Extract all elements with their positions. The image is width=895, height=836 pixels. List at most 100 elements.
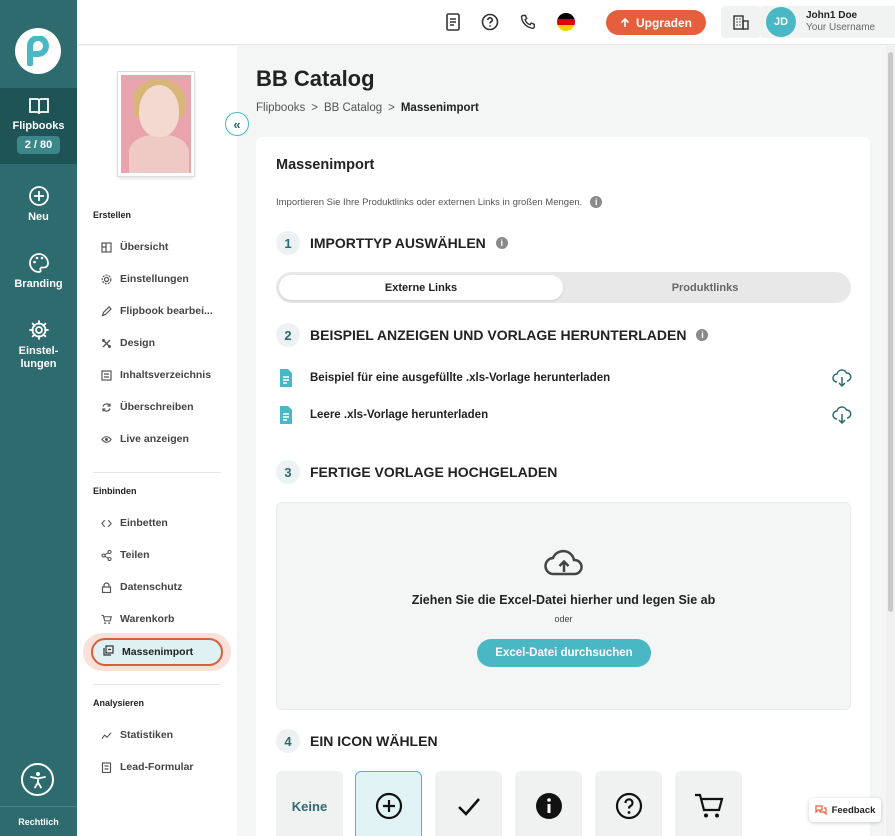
phone-icon[interactable] bbox=[517, 11, 539, 33]
step-number: 1 bbox=[276, 231, 300, 255]
flipbook-cover-thumbnail[interactable] bbox=[118, 72, 194, 176]
breadcrumb: Flipbooks > BB Catalog > Massenimport bbox=[256, 102, 479, 114]
rail-item-label: Branding bbox=[14, 278, 63, 290]
info-icon[interactable]: i bbox=[495, 237, 508, 249]
nav-item-label: Datenschutz bbox=[120, 581, 183, 593]
nav-item-ueberschreiben[interactable]: Überschreiben bbox=[101, 397, 194, 417]
file-dropzone[interactable]: Ziehen Sie die Excel-Datei hierher und l… bbox=[276, 502, 851, 710]
nav-item-label: Übersicht bbox=[120, 241, 169, 253]
nav-item-statistiken[interactable]: Statistiken bbox=[101, 725, 173, 745]
icon-option-question[interactable] bbox=[595, 771, 662, 836]
code-icon bbox=[101, 518, 112, 529]
upgrade-button[interactable]: Upgraden bbox=[606, 10, 706, 35]
nav-item-label: Warenkorb bbox=[120, 613, 175, 625]
rail-item-neu[interactable]: Neu bbox=[0, 185, 77, 223]
open-book-icon bbox=[28, 98, 49, 115]
feedback-label: Feedback bbox=[831, 804, 876, 816]
nav-item-inhaltsverzeichnis[interactable]: Inhaltsverzeichnis bbox=[101, 365, 211, 385]
nav-item-live-anzeigen[interactable]: Live anzeigen bbox=[101, 429, 189, 449]
palette-icon bbox=[28, 253, 49, 273]
breadcrumb-link-catalog[interactable]: BB Catalog bbox=[324, 102, 382, 114]
toc-icon bbox=[101, 369, 112, 381]
plus-circle-icon bbox=[375, 792, 402, 820]
flipbook-count-badge: 2 / 80 bbox=[16, 136, 61, 154]
cloud-download-icon[interactable] bbox=[832, 406, 852, 424]
nav-item-label: Live anzeigen bbox=[120, 433, 189, 445]
design-icon bbox=[101, 338, 112, 349]
nav-item-label: Flipbook bearbei... bbox=[120, 305, 213, 317]
section-title-einbinden: Einbinden bbox=[93, 486, 137, 496]
bulk-import-card: Massenimport Importieren Sie Ihre Produk… bbox=[256, 137, 870, 836]
step-title: BEISPIEL ANZEIGEN UND VORLAGE HERUNTERLA… bbox=[310, 327, 687, 343]
collapse-sidebar-button[interactable]: « bbox=[225, 112, 249, 136]
icon-option-check[interactable] bbox=[435, 771, 502, 836]
rail-item-label: Flipbooks bbox=[12, 120, 65, 132]
import-type-toggle: Externe Links Produktlinks bbox=[276, 272, 851, 303]
cloud-download-icon[interactable] bbox=[832, 369, 852, 387]
icon-option-info[interactable] bbox=[515, 771, 582, 836]
nav-item-einbetten[interactable]: Einbetten bbox=[101, 513, 168, 533]
divider bbox=[93, 472, 221, 473]
icon-option-plus[interactable] bbox=[355, 771, 422, 836]
cart-icon bbox=[101, 614, 112, 625]
nav-item-datenschutz[interactable]: Datenschutz bbox=[101, 577, 182, 597]
info-icon[interactable]: i bbox=[696, 329, 709, 341]
step-4-header: 4 EIN ICON WÄHLEN bbox=[276, 729, 438, 753]
nav-item-warenkorb[interactable]: Warenkorb bbox=[101, 609, 174, 629]
dropzone-title: Ziehen Sie die Excel-Datei hierher und l… bbox=[411, 593, 716, 607]
scrollbar-thumb[interactable] bbox=[888, 52, 893, 612]
divider bbox=[93, 684, 221, 685]
nav-item-uebersicht[interactable]: Übersicht bbox=[101, 237, 168, 257]
card-description: Importieren Sie Ihre Produktlinks oder e… bbox=[276, 196, 603, 208]
rail-item-branding[interactable]: Branding bbox=[0, 252, 77, 290]
rail-item-label: Neu bbox=[28, 211, 49, 223]
breadcrumb-separator: > bbox=[388, 102, 395, 114]
docs-icon[interactable] bbox=[442, 11, 464, 33]
download-empty-row[interactable]: Leere .xls-Vorlage herunterladen bbox=[278, 404, 852, 426]
download-example-row[interactable]: Beispiel für eine ausgefüllte .xls-Vorla… bbox=[278, 367, 852, 389]
nav-item-flipbook-bearbeiten[interactable]: Flipbook bearbei... bbox=[101, 301, 213, 321]
step-number: 2 bbox=[276, 323, 300, 347]
organization-button[interactable] bbox=[721, 6, 761, 38]
help-icon[interactable] bbox=[479, 11, 501, 33]
icon-option-cart[interactable] bbox=[675, 771, 742, 836]
accessibility-icon bbox=[29, 771, 46, 788]
icon-option-none[interactable]: Keine bbox=[276, 771, 343, 836]
browse-excel-button[interactable]: Excel-Datei durchsuchen bbox=[477, 639, 651, 667]
import-type-option-externe-links[interactable]: Externe Links bbox=[279, 275, 563, 300]
nav-item-teilen[interactable]: Teilen bbox=[101, 545, 150, 565]
feedback-button[interactable]: Feedback bbox=[809, 798, 881, 822]
step-title: EIN ICON WÄHLEN bbox=[310, 733, 438, 749]
feedback-icon bbox=[814, 805, 827, 815]
page-scrollbar[interactable] bbox=[886, 46, 895, 836]
info-circle-icon bbox=[535, 793, 562, 819]
question-circle-icon bbox=[615, 792, 642, 820]
nav-item-massenimport[interactable]: Massenimport bbox=[91, 638, 223, 666]
accessibility-button[interactable] bbox=[21, 763, 54, 796]
nav-item-einstellungen[interactable]: Einstellungen bbox=[101, 269, 189, 289]
description-text: Importieren Sie Ihre Produktlinks oder e… bbox=[276, 196, 583, 208]
rail-item-einstellungen[interactable]: Einstel- lungen bbox=[0, 319, 77, 371]
document-icon bbox=[280, 369, 292, 387]
rail-item-label: Einstel- lungen bbox=[18, 345, 59, 370]
breadcrumb-link-flipbooks[interactable]: Flipbooks bbox=[256, 102, 305, 114]
pencil-icon bbox=[101, 305, 112, 317]
brand-logo[interactable] bbox=[15, 28, 61, 74]
legal-link[interactable]: Rechtlich bbox=[0, 806, 77, 836]
rail-item-flipbooks[interactable]: Flipbooks 2 / 80 bbox=[0, 88, 77, 164]
breadcrumb-current: Massenimport bbox=[400, 102, 479, 114]
brand-p-logo-icon bbox=[27, 36, 49, 66]
refresh-icon bbox=[101, 402, 112, 413]
gear-icon bbox=[28, 320, 49, 340]
info-icon[interactable]: i bbox=[590, 196, 603, 208]
nav-item-label: Einstellungen bbox=[120, 273, 189, 285]
nav-item-lead-formular[interactable]: Lead-Formular bbox=[101, 757, 194, 777]
language-flag-de-icon[interactable] bbox=[555, 11, 577, 33]
nav-item-design[interactable]: Design bbox=[101, 333, 155, 353]
step-1-header: 1 IMPORTTYP AUSWÄHLEN i bbox=[276, 231, 508, 255]
user-menu[interactable]: JD John1 Doe Your Username bbox=[761, 6, 895, 38]
nav-item-label: Überschreiben bbox=[120, 401, 194, 413]
import-type-option-produktlinks[interactable]: Produktlinks bbox=[563, 275, 847, 300]
dropzone-or: oder bbox=[554, 614, 573, 624]
step-3-header: 3 FERTIGE VORLAGE HOCHGELADEN bbox=[276, 460, 557, 484]
